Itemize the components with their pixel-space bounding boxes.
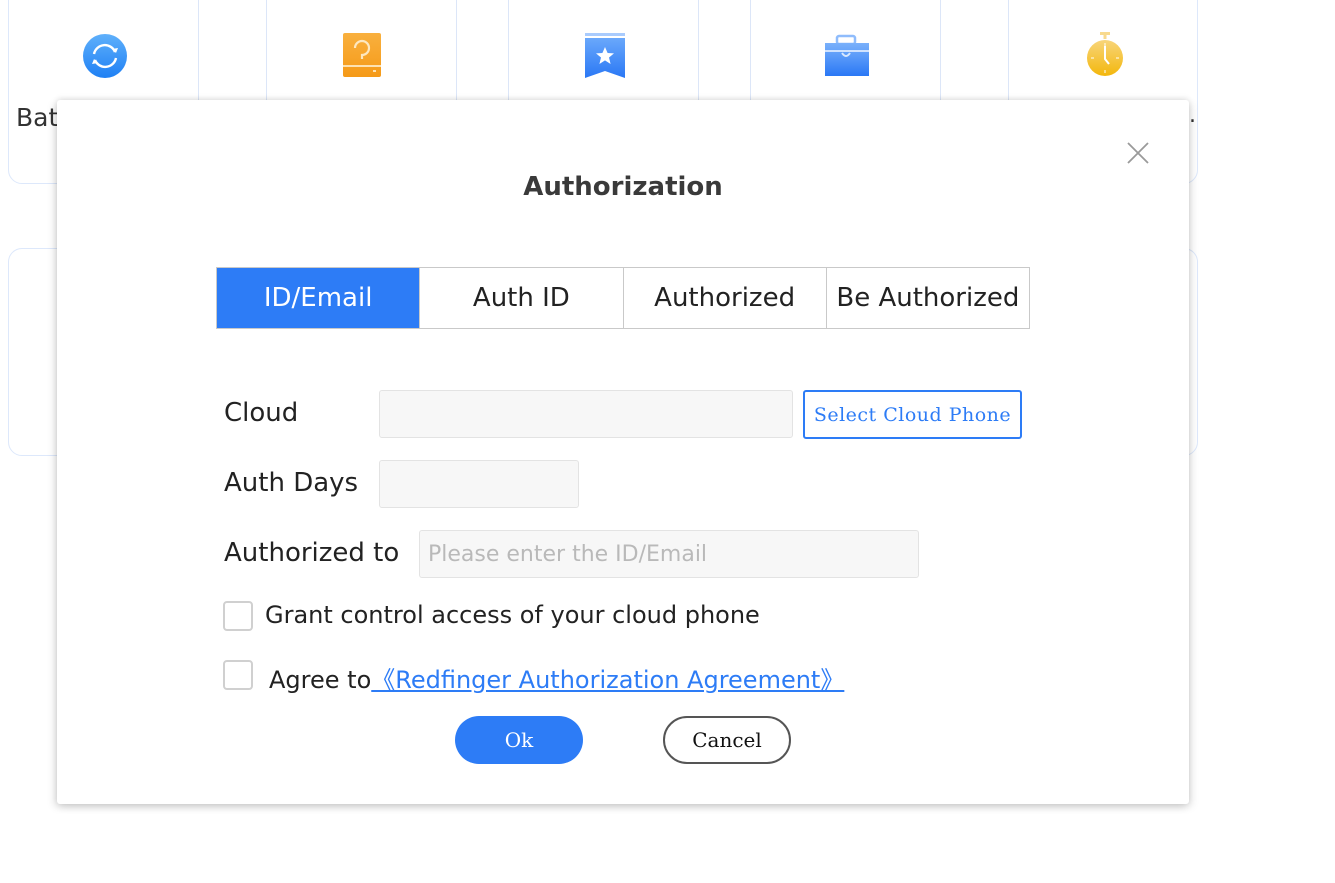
cloud-label: Cloud bbox=[224, 398, 299, 428]
cancel-button[interactable]: Cancel bbox=[663, 716, 791, 764]
divider bbox=[940, 0, 941, 100]
agreement-link[interactable]: 《Redfinger Authorization Agreement》 bbox=[371, 666, 844, 694]
authorized-to-input[interactable] bbox=[419, 530, 919, 578]
feature-label-truncated: . bbox=[1189, 103, 1196, 128]
ok-button[interactable]: Ok bbox=[455, 716, 583, 764]
divider bbox=[750, 0, 751, 100]
tab-id-email[interactable]: ID/Email bbox=[217, 268, 420, 328]
divider bbox=[198, 0, 199, 100]
grant-control-checkbox[interactable] bbox=[223, 601, 253, 631]
close-button[interactable] bbox=[1126, 141, 1150, 165]
dialog-title: Authorization bbox=[523, 172, 723, 202]
divider bbox=[698, 0, 699, 100]
close-icon bbox=[1127, 142, 1149, 164]
agree-checkbox[interactable] bbox=[223, 660, 253, 690]
bookmark-star-icon[interactable] bbox=[582, 33, 628, 79]
cloud-input[interactable] bbox=[379, 390, 793, 438]
select-cloud-phone-button[interactable]: Select Cloud Phone bbox=[803, 390, 1022, 439]
tab-be-authorized[interactable]: Be Authorized bbox=[825, 268, 1029, 328]
briefcase-icon[interactable] bbox=[823, 33, 869, 79]
grant-control-label: Grant control access of your cloud phone bbox=[265, 601, 760, 629]
stopwatch-icon[interactable] bbox=[1082, 32, 1128, 78]
authorization-dialog: Authorization ID/Email Auth ID Authorize… bbox=[57, 100, 1189, 804]
restore-drive-icon[interactable] bbox=[340, 32, 386, 78]
divider bbox=[456, 0, 457, 100]
authorized-to-label: Authorized to bbox=[224, 538, 400, 568]
agree-prefix: Agree to bbox=[269, 666, 372, 694]
sync-icon[interactable] bbox=[82, 33, 128, 79]
agree-label: Agree to《Redfinger Authorization Agreeme… bbox=[269, 660, 844, 695]
divider bbox=[266, 0, 267, 100]
feature-label: Bat bbox=[16, 103, 59, 132]
auth-days-label: Auth Days bbox=[224, 468, 359, 498]
divider bbox=[1008, 0, 1009, 100]
tab-auth-id[interactable]: Auth ID bbox=[419, 268, 622, 328]
tab-authorized[interactable]: Authorized bbox=[622, 268, 826, 328]
auth-tabs: ID/Email Auth ID Authorized Be Authorize… bbox=[216, 267, 1030, 329]
auth-days-input[interactable] bbox=[379, 460, 579, 508]
divider bbox=[508, 0, 509, 100]
